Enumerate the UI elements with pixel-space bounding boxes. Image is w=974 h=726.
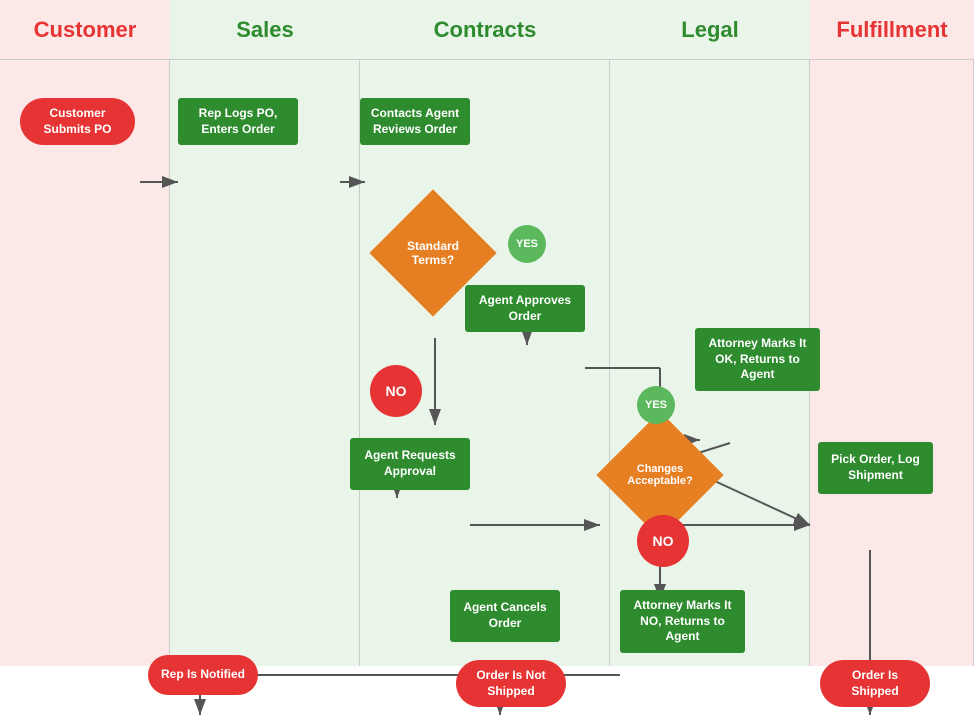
lane-fulfillment xyxy=(810,60,974,666)
legal-label: Legal xyxy=(681,17,738,43)
contracts-label: Contracts xyxy=(434,17,537,43)
node-agent-approves: Agent Approves Order xyxy=(465,285,585,332)
lane-customer xyxy=(0,60,170,666)
node-pick-order: Pick Order, Log Shipment xyxy=(818,442,933,494)
node-order-not-shipped: Order Is Not Shipped xyxy=(456,660,566,707)
fulfillment-label: Fulfillment xyxy=(836,17,947,43)
lane-contracts xyxy=(360,60,610,666)
node-attorney-no: Attorney Marks It NO, Returns to Agent xyxy=(620,590,745,653)
node-yes-standard: YES xyxy=(508,225,546,263)
header-customer: Customer xyxy=(0,0,170,60)
node-contacts-agent: Contacts Agent Reviews Order xyxy=(360,98,470,145)
node-no-standard: NO xyxy=(370,365,422,417)
header-legal: Legal xyxy=(610,0,810,60)
node-rep-notified: Rep Is Notified xyxy=(148,655,258,695)
node-yes-changes: YES xyxy=(637,386,675,424)
customer-label: Customer xyxy=(34,17,137,43)
node-customer-submits: Customer Submits PO xyxy=(20,98,135,145)
header-sales: Sales xyxy=(170,0,360,60)
header-contracts: Contracts xyxy=(360,0,610,60)
node-attorney-ok: Attorney Marks It OK, Returns to Agent xyxy=(695,328,820,391)
node-rep-logs: Rep Logs PO, Enters Order xyxy=(178,98,298,145)
node-no-changes: NO xyxy=(637,515,689,567)
header-fulfillment: Fulfillment xyxy=(810,0,974,60)
node-agent-requests: Agent Requests Approval xyxy=(350,438,470,490)
diagram: Customer Sales Contracts Legal Fulfillme… xyxy=(0,0,974,666)
lane-sales xyxy=(170,60,360,666)
node-order-shipped: Order Is Shipped xyxy=(820,660,930,707)
node-agent-cancels: Agent Cancels Order xyxy=(450,590,560,642)
sales-label: Sales xyxy=(236,17,294,43)
